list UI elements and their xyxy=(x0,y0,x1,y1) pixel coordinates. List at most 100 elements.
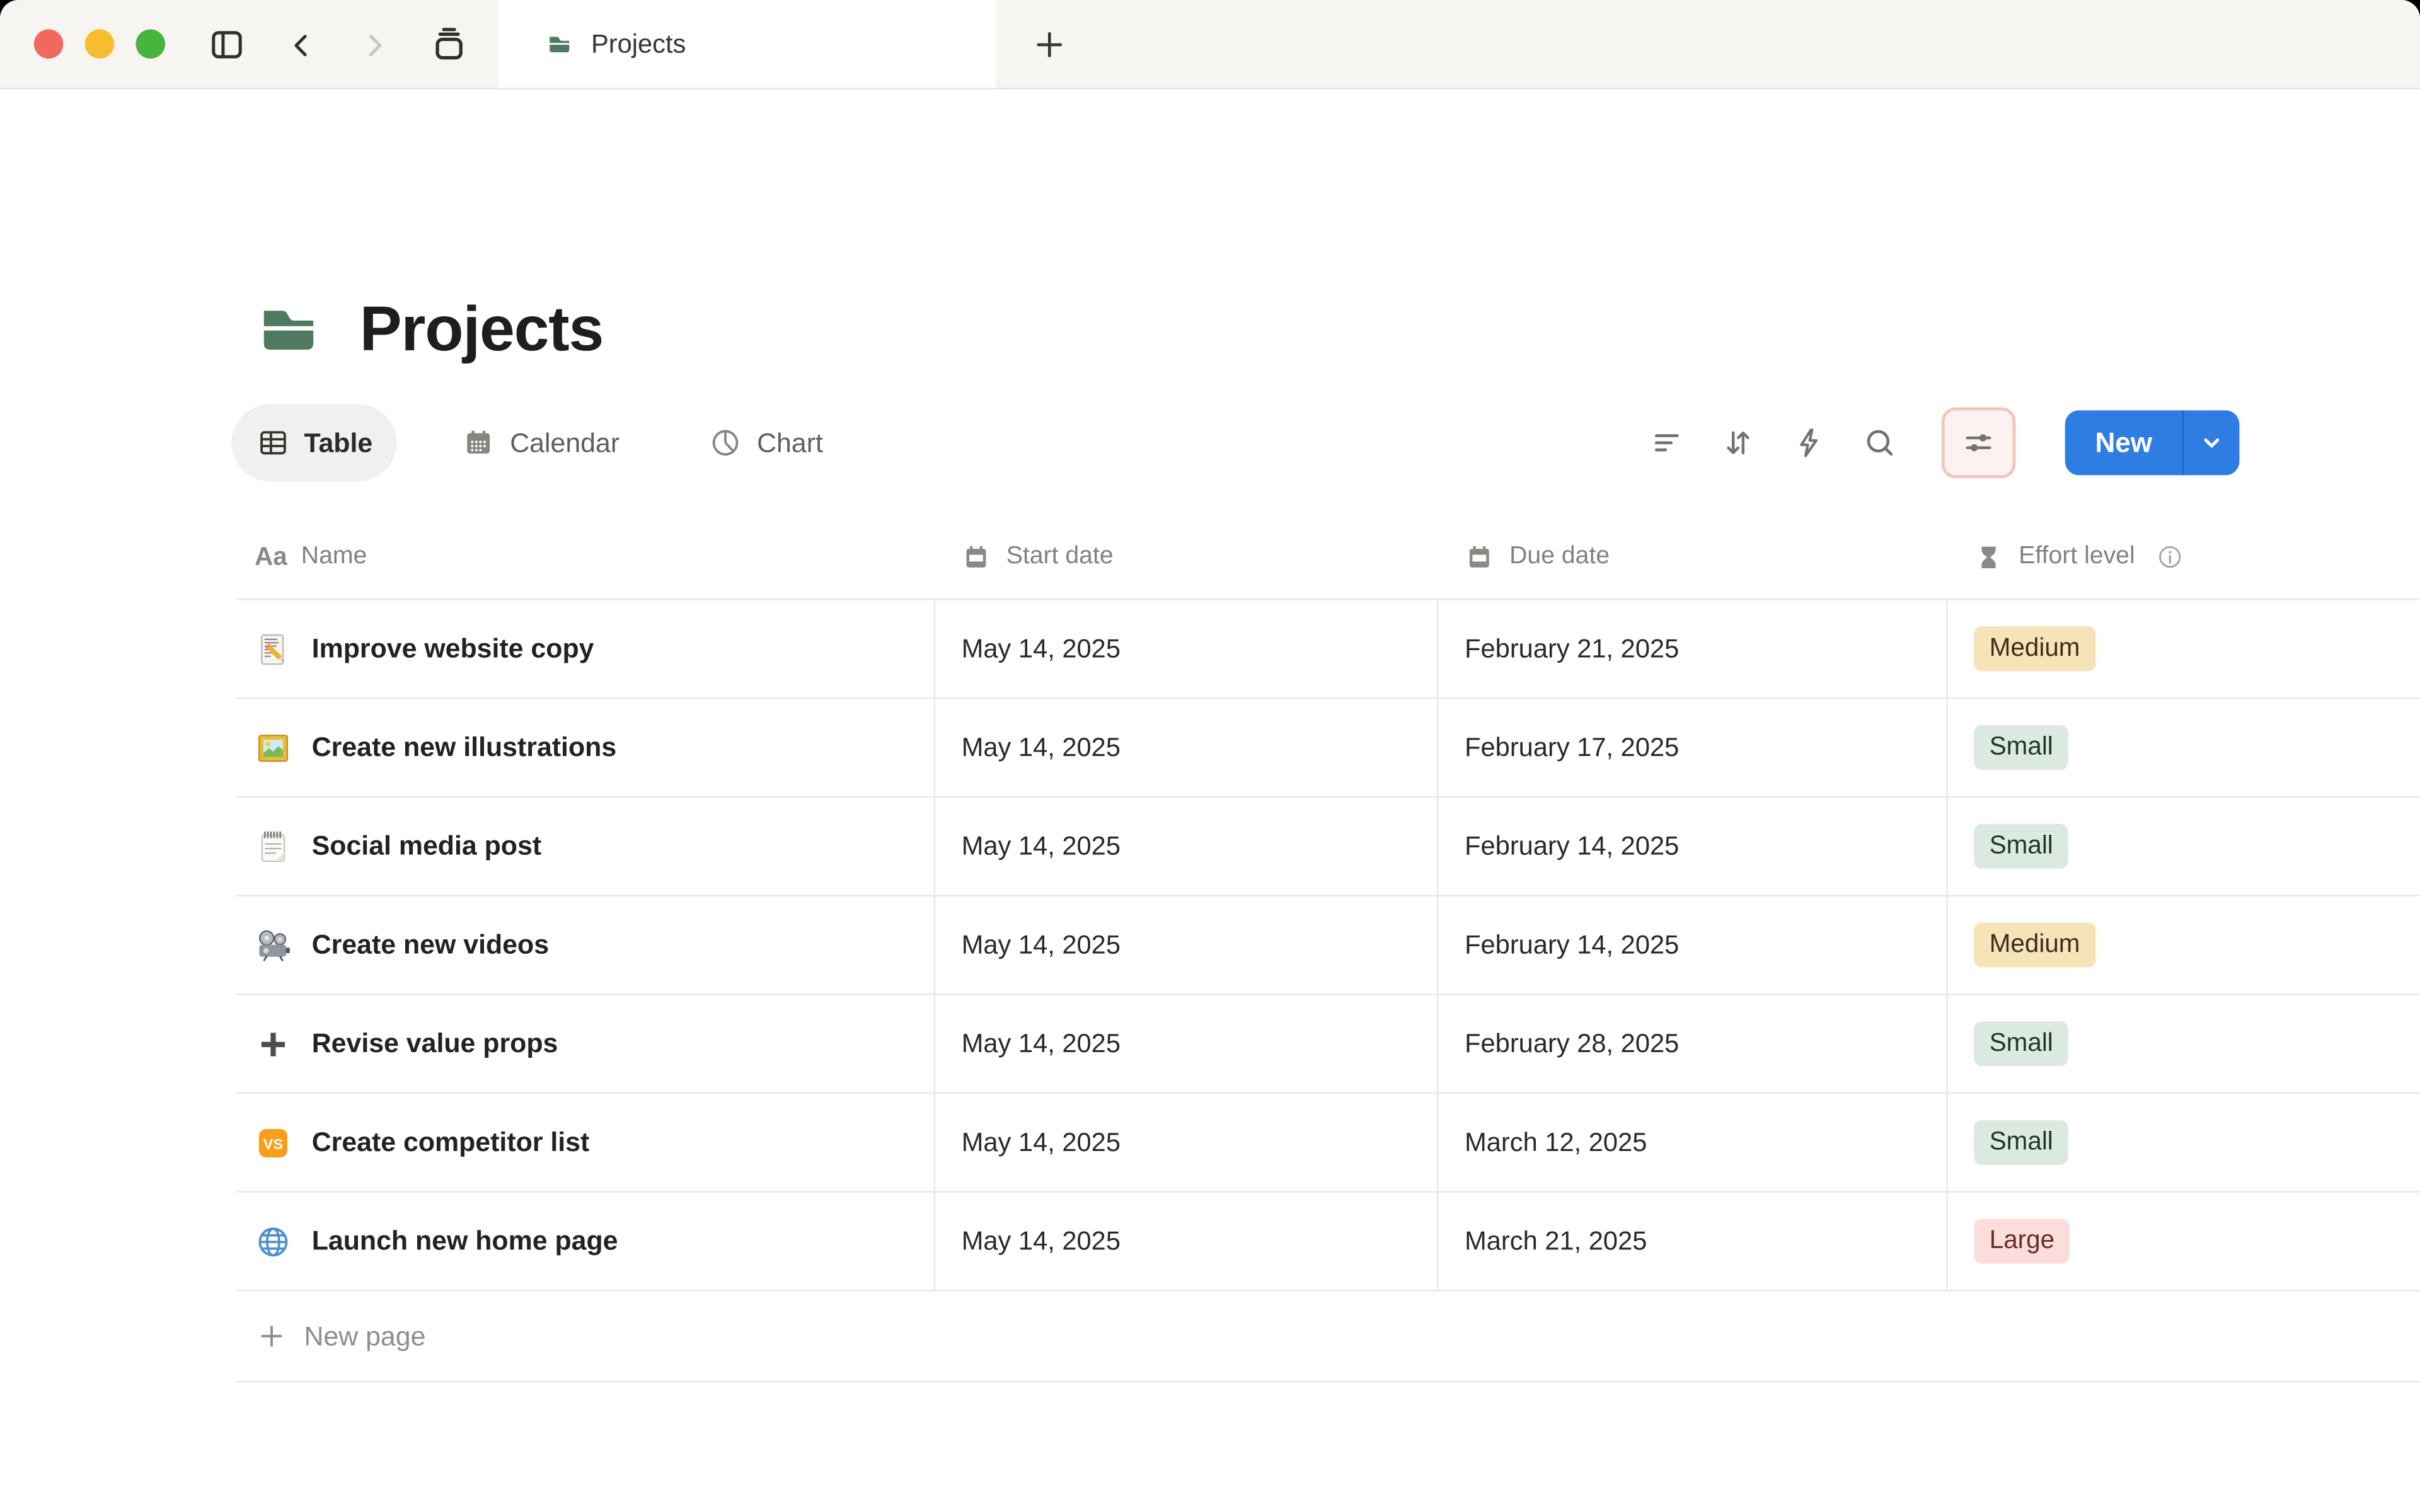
due-date-cell[interactable]: February 21, 2025 xyxy=(1437,600,1946,697)
page-emoji-icon xyxy=(255,828,292,865)
projects-table: Aa Name Start date Due date Effort level… xyxy=(236,515,2420,1383)
window-controls xyxy=(33,29,166,59)
calendar-icon xyxy=(960,541,992,573)
name-cell[interactable]: Social media post xyxy=(236,798,934,895)
new-page-row[interactable]: New page xyxy=(236,1292,2420,1383)
table-header-row: Aa Name Start date Due date Effort level xyxy=(236,515,2420,600)
table-row[interactable]: Create competitor list May 14, 2025 Marc… xyxy=(236,1094,2420,1193)
minimize-window-button[interactable] xyxy=(84,29,115,59)
table-row[interactable]: Improve website copy May 14, 2025 Februa… xyxy=(236,600,2420,699)
effort-badge: Small xyxy=(1974,1021,2069,1066)
view-tab-table[interactable]: Table xyxy=(231,404,398,482)
column-label: Due date xyxy=(1509,543,1610,570)
page-name: Improve website copy xyxy=(311,633,594,664)
start-date-cell[interactable]: May 14, 2025 xyxy=(933,600,1437,697)
name-cell[interactable]: Launch new home page xyxy=(236,1193,934,1290)
effort-cell[interactable]: Small xyxy=(1946,699,2420,796)
tab-title: Projects xyxy=(591,28,686,58)
plus-icon xyxy=(256,1320,287,1351)
view-tab-chart[interactable]: Chart xyxy=(684,404,848,481)
start-date-cell[interactable]: May 14, 2025 xyxy=(933,699,1437,796)
column-header-name[interactable]: Aa Name xyxy=(236,515,934,598)
table-body: Improve website copy May 14, 2025 Februa… xyxy=(236,600,2420,1292)
due-date-cell[interactable]: February 28, 2025 xyxy=(1437,995,1946,1092)
column-label: Name xyxy=(301,543,367,570)
name-cell[interactable]: Revise value props xyxy=(236,995,934,1092)
page-emoji-icon xyxy=(255,927,292,964)
table-row[interactable]: Create new illustrations May 14, 2025 Fe… xyxy=(236,699,2420,798)
page-name: Create new illustrations xyxy=(311,731,617,762)
column-header-due-date[interactable]: Due date xyxy=(1437,515,1946,598)
name-cell[interactable]: Create new videos xyxy=(236,896,934,994)
effort-cell[interactable]: Small xyxy=(1946,798,2420,895)
back-icon[interactable] xyxy=(284,27,320,62)
filter-icon[interactable] xyxy=(1649,424,1686,461)
page-emoji-icon xyxy=(255,1223,292,1260)
folder-icon xyxy=(251,292,326,366)
new-dropdown-button[interactable] xyxy=(2184,410,2239,475)
page-emoji-icon xyxy=(255,1124,292,1161)
new-page-label: New page xyxy=(304,1320,426,1351)
title-bar: Projects xyxy=(0,0,2420,90)
name-cell[interactable]: Create competitor list xyxy=(236,1094,934,1191)
due-date-cell[interactable]: February 17, 2025 xyxy=(1437,699,1946,796)
table-row[interactable]: Launch new home page May 14, 2025 March … xyxy=(236,1193,2420,1292)
effort-cell[interactable]: Large xyxy=(1946,1193,2420,1290)
page-name: Revise value props xyxy=(311,1028,558,1059)
effort-cell[interactable]: Medium xyxy=(1946,896,2420,994)
search-icon[interactable] xyxy=(1861,424,1898,461)
view-tab-label: Table xyxy=(304,427,373,458)
start-date-cell[interactable]: May 14, 2025 xyxy=(933,798,1437,895)
due-date-cell[interactable]: March 21, 2025 xyxy=(1437,1193,1946,1290)
effort-badge: Medium xyxy=(1974,626,2095,671)
due-date-cell[interactable]: February 14, 2025 xyxy=(1437,896,1946,994)
effort-badge: Small xyxy=(1974,725,2069,770)
view-tab-label: Chart xyxy=(757,427,823,458)
view-tab-calendar[interactable]: Calendar xyxy=(437,404,644,481)
calendar-icon xyxy=(1463,541,1495,573)
page-name: Launch new home page xyxy=(311,1225,618,1256)
effort-cell[interactable]: Small xyxy=(1946,1094,2420,1191)
due-date-cell[interactable]: February 14, 2025 xyxy=(1437,798,1946,895)
sidebar-toggle-icon[interactable] xyxy=(207,25,247,65)
automation-icon[interactable] xyxy=(1790,424,1828,461)
column-header-effort-level[interactable]: Effort level xyxy=(1946,515,2420,598)
forward-icon[interactable] xyxy=(357,27,392,62)
table-row[interactable]: Revise value props May 14, 2025 February… xyxy=(236,995,2420,1094)
new-tab-icon[interactable] xyxy=(1031,26,1068,64)
page-header: Projects xyxy=(251,287,604,370)
new-button-group: New xyxy=(2065,410,2240,476)
name-cell[interactable]: Create new illustrations xyxy=(236,699,934,796)
calendar-icon xyxy=(462,426,496,460)
column-header-start-date[interactable]: Start date xyxy=(934,515,1437,598)
database-toolbar: New xyxy=(1649,404,2240,481)
close-window-button[interactable] xyxy=(33,29,64,59)
page-name: Create new videos xyxy=(311,929,550,960)
info-icon[interactable] xyxy=(2155,542,2186,573)
effort-cell[interactable]: Small xyxy=(1946,995,2420,1092)
table-row[interactable]: Social media post May 14, 2025 February … xyxy=(236,798,2420,896)
text-property-icon: Aa xyxy=(255,542,287,570)
new-button[interactable]: New xyxy=(2065,410,2182,475)
due-date-cell[interactable]: March 12, 2025 xyxy=(1437,1094,1946,1191)
start-date-cell[interactable]: May 14, 2025 xyxy=(933,1094,1437,1191)
table-row[interactable]: Create new videos May 14, 2025 February … xyxy=(236,896,2420,995)
page-emoji-icon xyxy=(255,630,292,667)
tab-projects[interactable]: Projects xyxy=(498,0,996,88)
page-title[interactable]: Projects xyxy=(360,292,604,365)
tab-stack-icon[interactable] xyxy=(429,25,470,65)
zoom-window-button[interactable] xyxy=(135,29,166,59)
column-label: Start date xyxy=(1006,543,1114,570)
start-date-cell[interactable]: May 14, 2025 xyxy=(933,896,1437,994)
page-emoji-icon xyxy=(255,1025,292,1062)
start-date-cell[interactable]: May 14, 2025 xyxy=(933,995,1437,1092)
page-emoji-icon xyxy=(255,729,292,766)
start-date-cell[interactable]: May 14, 2025 xyxy=(933,1193,1437,1290)
view-tab-label: Calendar xyxy=(510,427,620,458)
view-settings-button-highlighted[interactable] xyxy=(1941,407,2016,479)
effort-cell[interactable]: Medium xyxy=(1946,600,2420,697)
folder-icon xyxy=(544,30,574,59)
sort-icon[interactable] xyxy=(1719,424,1756,461)
name-cell[interactable]: Improve website copy xyxy=(236,600,934,697)
app-window: Projects Projects Table Calendar Chart N… xyxy=(0,0,2420,1512)
